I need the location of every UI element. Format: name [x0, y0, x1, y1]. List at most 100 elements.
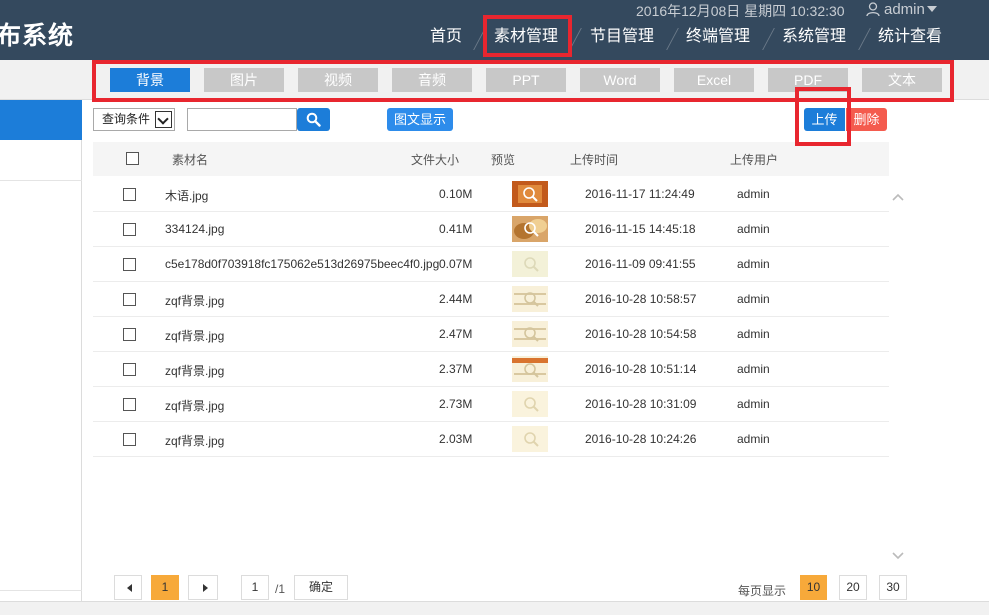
file-name: c5e178d0f703918fc175062e513d26975beec4f0… — [165, 257, 440, 271]
prev-page-button[interactable] — [114, 575, 142, 600]
upload-time: 2016-10-28 10:31:09 — [585, 397, 697, 411]
nav-divider — [762, 28, 775, 50]
tab-pdf[interactable]: PDF — [768, 68, 848, 92]
app-title: 布系统 — [0, 21, 75, 50]
column-header-name: 素材名 — [172, 153, 209, 167]
per-page-option-30[interactable]: 30 — [879, 575, 907, 600]
upload-time: 2016-10-28 10:24:26 — [585, 432, 697, 446]
column-header-preview: 预览 — [491, 153, 516, 167]
upload-time: 2016-11-17 11:24:49 — [585, 187, 695, 201]
query-condition-label: 查询条件 — [102, 112, 151, 126]
tab-text[interactable]: 文本 — [862, 68, 942, 92]
chevron-down-icon — [926, 6, 937, 12]
nav-material-management[interactable]: 素材管理 — [490, 22, 562, 54]
file-size: 2.73M — [439, 397, 473, 411]
upload-user: admin — [737, 432, 770, 446]
table-row[interactable]: c5e178d0f703918fc175062e513d26975beec4f0… — [93, 247, 889, 282]
nav-divider — [666, 28, 679, 50]
upload-user: admin — [737, 292, 770, 306]
search-input[interactable] — [187, 108, 297, 131]
nav-divider — [858, 28, 871, 50]
select-all-checkbox[interactable] — [126, 152, 139, 165]
file-size: 2.44M — [439, 292, 473, 306]
file-size: 2.37M — [439, 362, 473, 376]
chevron-down-icon — [155, 111, 172, 128]
sidebar-divider — [0, 590, 82, 591]
caret-right-icon — [203, 584, 208, 592]
preview-thumbnail[interactable] — [512, 356, 548, 382]
user-icon — [866, 1, 880, 16]
tab-audio[interactable]: 音频 — [392, 68, 472, 92]
row-checkbox[interactable] — [123, 328, 136, 341]
query-condition-select[interactable]: 查询条件 — [93, 108, 175, 131]
image-text-view-button[interactable]: 图文显示 — [387, 108, 453, 131]
per-page-option-20[interactable]: 20 — [839, 575, 867, 600]
total-pages: /1 — [275, 582, 286, 596]
upload-user: admin — [737, 327, 770, 341]
sidebar-item-active[interactable] — [0, 100, 82, 140]
table-row[interactable]: zqf背景.jpg 2.44M 2016-10-28 10:58:57 admi… — [93, 282, 889, 317]
preview-thumbnail[interactable] — [512, 426, 548, 452]
preview-thumbnail[interactable] — [512, 321, 548, 347]
nav-home[interactable]: 首页 — [426, 22, 466, 54]
upload-time: 2016-11-09 09:41:55 — [585, 257, 696, 271]
delete-button[interactable]: 删除 — [846, 108, 887, 131]
preview-thumbnail[interactable] — [512, 216, 548, 242]
upload-time: 2016-11-15 14:45:18 — [585, 222, 696, 236]
file-name: zqf背景.jpg — [165, 364, 225, 378]
user-menu[interactable]: admin — [866, 0, 937, 18]
scroll-up-icon[interactable] — [892, 192, 904, 204]
tab-background[interactable]: 背景 — [110, 68, 190, 92]
scroll-down-icon[interactable] — [892, 549, 904, 561]
row-checkbox[interactable] — [123, 363, 136, 376]
file-size: 0.41M — [439, 222, 473, 236]
tab-ppt[interactable]: PPT — [486, 68, 566, 92]
next-page-button[interactable] — [188, 575, 218, 600]
nav-statistics[interactable]: 统计查看 — [874, 22, 946, 54]
user-name: admin — [884, 0, 925, 18]
nav-system-management[interactable]: 系统管理 — [778, 22, 850, 54]
file-size: 0.07M — [439, 257, 473, 271]
caret-left-icon — [127, 584, 132, 592]
nav-program-management[interactable]: 节目管理 — [586, 22, 658, 54]
row-checkbox[interactable] — [123, 433, 136, 446]
row-checkbox[interactable] — [123, 223, 136, 236]
row-checkbox[interactable] — [123, 398, 136, 411]
search-button[interactable] — [297, 108, 330, 131]
file-name: zqf背景.jpg — [165, 434, 225, 448]
table-row[interactable]: 木语.jpg 0.10M 2016-11-17 11:24:49 admin — [93, 177, 889, 212]
per-page-option-10[interactable]: 10 — [800, 575, 827, 600]
table-row[interactable]: zqf背景.jpg 2.03M 2016-10-28 10:24:26 admi… — [93, 422, 889, 457]
tab-video[interactable]: 视频 — [298, 68, 378, 92]
preview-thumbnail[interactable] — [512, 391, 548, 417]
preview-thumbnail[interactable] — [512, 181, 548, 207]
file-size: 0.10M — [439, 187, 473, 201]
tab-image[interactable]: 图片 — [204, 68, 284, 92]
upload-user: admin — [737, 187, 770, 201]
upload-time: 2016-10-28 10:58:57 — [585, 292, 697, 306]
file-name: zqf背景.jpg — [165, 399, 225, 413]
bottom-bar — [0, 601, 989, 615]
table-row[interactable]: zqf背景.jpg 2.37M 2016-10-28 10:51:14 admi… — [93, 352, 889, 387]
table-header: 素材名 文件大小 预览 上传时间 上传用户 — [93, 142, 889, 176]
row-checkbox[interactable] — [123, 293, 136, 306]
preview-thumbnail[interactable] — [512, 251, 548, 277]
page-confirm-button[interactable]: 确定 — [294, 575, 348, 600]
table-row[interactable]: zqf背景.jpg 2.47M 2016-10-28 10:54:58 admi… — [93, 317, 889, 352]
page-number-input[interactable]: 1 — [241, 575, 269, 600]
table-row[interactable]: zqf背景.jpg 2.73M 2016-10-28 10:31:09 admi… — [93, 387, 889, 422]
upload-button[interactable]: 上传 — [804, 108, 845, 131]
nav-divider — [569, 28, 582, 50]
nav-terminal-management[interactable]: 终端管理 — [682, 22, 754, 54]
search-icon — [306, 112, 321, 127]
upload-user: admin — [737, 222, 770, 236]
preview-thumbnail[interactable] — [512, 286, 548, 312]
tab-word[interactable]: Word — [580, 68, 660, 92]
row-checkbox[interactable] — [123, 258, 136, 271]
row-checkbox[interactable] — [123, 188, 136, 201]
file-name: zqf背景.jpg — [165, 294, 225, 308]
page-number-current[interactable]: 1 — [151, 575, 179, 600]
column-header-size: 文件大小 — [411, 153, 460, 167]
tab-excel[interactable]: Excel — [674, 68, 754, 92]
table-row[interactable]: 334124.jpg 0.41M 2016-11-15 14:45:18 adm… — [93, 212, 889, 247]
